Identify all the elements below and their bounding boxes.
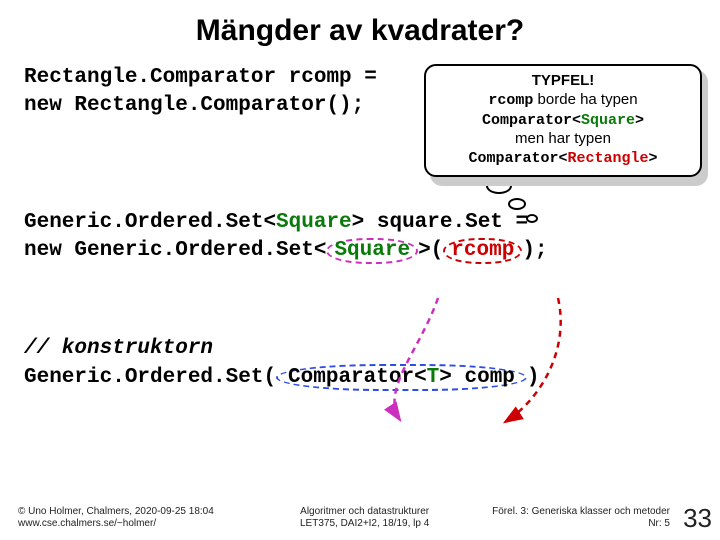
callout-heading: TYPFEL! (532, 72, 595, 89)
page-number: 33 (683, 503, 712, 534)
callout-type-good-c: > (635, 112, 644, 129)
footer-author: © Uno Holmer, Chalmers, 2020-09-25 18:04 (18, 506, 214, 518)
callout-type-bad-b: Rectangle (568, 150, 649, 167)
code-text: ) (527, 366, 540, 389)
callout-text: borde ha typen (533, 91, 637, 108)
callout-rcomp: rcomp (488, 92, 533, 109)
speech-bubble-tail-icon (526, 214, 538, 223)
code-text: >( (418, 239, 443, 262)
footer-course-code: LET375, DAI2+I2, 18/19, lp 4 (300, 518, 429, 530)
speech-bubble-tail-icon (508, 198, 526, 210)
oval-comparator-a: Comparator< (288, 366, 427, 389)
oval-rcomp: rcomp (451, 239, 514, 262)
code-text: ); (522, 239, 547, 262)
callout-type-bad-a: Comparator< (468, 150, 567, 167)
code-text: Generic.Ordered.Set< (24, 211, 276, 234)
slide-title: Mängder av kvadrater? (0, 0, 720, 58)
code-comment: // konstruktorn (24, 335, 696, 363)
code-square: Square (276, 211, 352, 234)
oval-square: Square (334, 239, 410, 262)
callout-but: men har typen (432, 130, 694, 149)
code-block-2: Generic.Ordered.Set<Square> square.Set =… (24, 209, 696, 266)
footer-nr: Nr: 5 (492, 518, 670, 530)
code-text: new Generic.Ordered.Set< (24, 239, 326, 262)
oval-T: T (427, 366, 440, 389)
footer-course: Algoritmer och datastrukturer (300, 506, 429, 518)
footer-url: www.cse.chalmers.se/~holmer/ (18, 518, 214, 530)
callout-type-good-b: Square (581, 112, 635, 129)
code-text: > square.Set = (352, 211, 528, 234)
code-text: Generic.Ordered.Set( (24, 366, 276, 389)
callout-type-bad-c: > (649, 150, 658, 167)
callout-type-good-a: Comparator< (482, 112, 581, 129)
code-block-3: // konstruktorn Generic.Ordered.Set( Comp… (24, 335, 696, 392)
footer-topic: Förel. 3: Generiska klasser och metoder (492, 506, 670, 518)
callout-bubble: TYPFEL! rcomp borde ha typen Comparator<… (424, 64, 702, 177)
oval-comparator-b: > comp (439, 366, 515, 389)
